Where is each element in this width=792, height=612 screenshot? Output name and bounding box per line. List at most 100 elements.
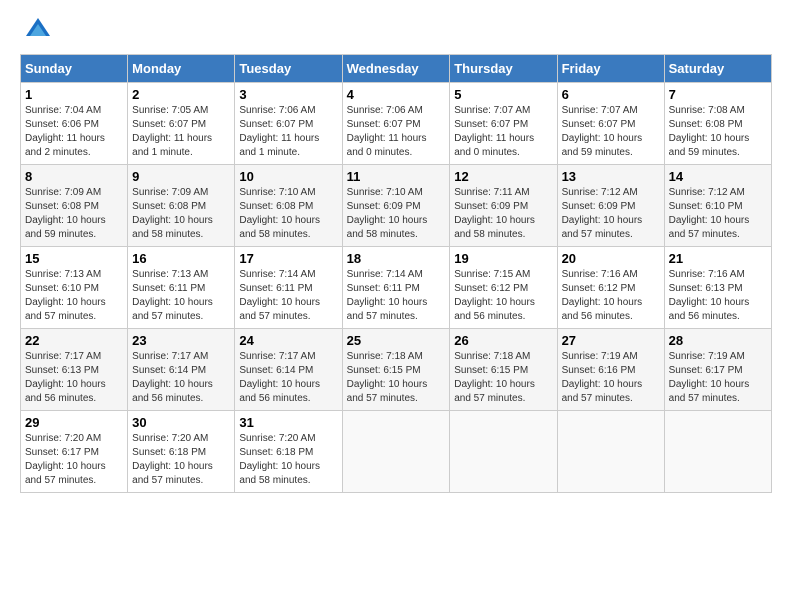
day-number: 31	[239, 415, 337, 430]
calendar-cell: 25 Sunrise: 7:18 AM Sunset: 6:15 PM Dayl…	[342, 329, 450, 411]
day-number: 3	[239, 87, 337, 102]
day-info: Sunrise: 7:18 AM Sunset: 6:15 PM Dayligh…	[454, 350, 552, 406]
calendar-cell: 1 Sunrise: 7:04 AM Sunset: 6:06 PM Dayli…	[21, 83, 128, 165]
calendar-header-row: SundayMondayTuesdayWednesdayThursdayFrid…	[21, 55, 772, 83]
day-number: 25	[347, 333, 446, 348]
page-header	[20, 20, 772, 44]
day-number: 19	[454, 251, 552, 266]
day-number: 30	[132, 415, 230, 430]
day-info: Sunrise: 7:09 AM Sunset: 6:08 PM Dayligh…	[25, 186, 123, 242]
day-number: 10	[239, 169, 337, 184]
calendar-cell: 8 Sunrise: 7:09 AM Sunset: 6:08 PM Dayli…	[21, 165, 128, 247]
calendar-cell: 12 Sunrise: 7:11 AM Sunset: 6:09 PM Dayl…	[450, 165, 557, 247]
calendar-cell: 14 Sunrise: 7:12 AM Sunset: 6:10 PM Dayl…	[664, 165, 771, 247]
calendar-cell	[664, 411, 771, 493]
day-info: Sunrise: 7:12 AM Sunset: 6:09 PM Dayligh…	[562, 186, 660, 242]
calendar-week-row: 29 Sunrise: 7:20 AM Sunset: 6:17 PM Dayl…	[21, 411, 772, 493]
day-number: 18	[347, 251, 446, 266]
day-info: Sunrise: 7:20 AM Sunset: 6:17 PM Dayligh…	[25, 432, 123, 488]
calendar-cell: 22 Sunrise: 7:17 AM Sunset: 6:13 PM Dayl…	[21, 329, 128, 411]
logo-icon	[24, 16, 52, 44]
calendar-week-row: 1 Sunrise: 7:04 AM Sunset: 6:06 PM Dayli…	[21, 83, 772, 165]
calendar-cell: 6 Sunrise: 7:07 AM Sunset: 6:07 PM Dayli…	[557, 83, 664, 165]
calendar-cell: 21 Sunrise: 7:16 AM Sunset: 6:13 PM Dayl…	[664, 247, 771, 329]
calendar-cell: 29 Sunrise: 7:20 AM Sunset: 6:17 PM Dayl…	[21, 411, 128, 493]
day-info: Sunrise: 7:16 AM Sunset: 6:12 PM Dayligh…	[562, 268, 660, 324]
day-number: 9	[132, 169, 230, 184]
day-number: 8	[25, 169, 123, 184]
day-number: 24	[239, 333, 337, 348]
day-info: Sunrise: 7:20 AM Sunset: 6:18 PM Dayligh…	[239, 432, 337, 488]
day-number: 13	[562, 169, 660, 184]
logo	[20, 20, 52, 44]
day-number: 28	[669, 333, 767, 348]
day-info: Sunrise: 7:20 AM Sunset: 6:18 PM Dayligh…	[132, 432, 230, 488]
calendar-cell: 4 Sunrise: 7:06 AM Sunset: 6:07 PM Dayli…	[342, 83, 450, 165]
day-number: 27	[562, 333, 660, 348]
day-info: Sunrise: 7:17 AM Sunset: 6:13 PM Dayligh…	[25, 350, 123, 406]
weekday-header: Friday	[557, 55, 664, 83]
day-info: Sunrise: 7:04 AM Sunset: 6:06 PM Dayligh…	[25, 104, 123, 160]
day-info: Sunrise: 7:13 AM Sunset: 6:11 PM Dayligh…	[132, 268, 230, 324]
calendar-cell: 23 Sunrise: 7:17 AM Sunset: 6:14 PM Dayl…	[128, 329, 235, 411]
day-number: 4	[347, 87, 446, 102]
day-info: Sunrise: 7:07 AM Sunset: 6:07 PM Dayligh…	[454, 104, 552, 160]
day-info: Sunrise: 7:19 AM Sunset: 6:16 PM Dayligh…	[562, 350, 660, 406]
calendar-cell: 31 Sunrise: 7:20 AM Sunset: 6:18 PM Dayl…	[235, 411, 342, 493]
day-info: Sunrise: 7:10 AM Sunset: 6:08 PM Dayligh…	[239, 186, 337, 242]
day-info: Sunrise: 7:18 AM Sunset: 6:15 PM Dayligh…	[347, 350, 446, 406]
day-number: 15	[25, 251, 123, 266]
calendar-week-row: 22 Sunrise: 7:17 AM Sunset: 6:13 PM Dayl…	[21, 329, 772, 411]
day-number: 12	[454, 169, 552, 184]
day-number: 5	[454, 87, 552, 102]
calendar-table: SundayMondayTuesdayWednesdayThursdayFrid…	[20, 54, 772, 493]
day-info: Sunrise: 7:07 AM Sunset: 6:07 PM Dayligh…	[562, 104, 660, 160]
calendar-cell	[450, 411, 557, 493]
day-number: 17	[239, 251, 337, 266]
weekday-header: Monday	[128, 55, 235, 83]
day-info: Sunrise: 7:10 AM Sunset: 6:09 PM Dayligh…	[347, 186, 446, 242]
day-info: Sunrise: 7:16 AM Sunset: 6:13 PM Dayligh…	[669, 268, 767, 324]
day-number: 2	[132, 87, 230, 102]
weekday-header: Saturday	[664, 55, 771, 83]
calendar-cell: 2 Sunrise: 7:05 AM Sunset: 6:07 PM Dayli…	[128, 83, 235, 165]
day-info: Sunrise: 7:06 AM Sunset: 6:07 PM Dayligh…	[239, 104, 337, 160]
calendar-cell: 19 Sunrise: 7:15 AM Sunset: 6:12 PM Dayl…	[450, 247, 557, 329]
calendar-week-row: 15 Sunrise: 7:13 AM Sunset: 6:10 PM Dayl…	[21, 247, 772, 329]
day-info: Sunrise: 7:15 AM Sunset: 6:12 PM Dayligh…	[454, 268, 552, 324]
calendar-cell: 5 Sunrise: 7:07 AM Sunset: 6:07 PM Dayli…	[450, 83, 557, 165]
day-info: Sunrise: 7:08 AM Sunset: 6:08 PM Dayligh…	[669, 104, 767, 160]
day-info: Sunrise: 7:12 AM Sunset: 6:10 PM Dayligh…	[669, 186, 767, 242]
calendar-cell: 9 Sunrise: 7:09 AM Sunset: 6:08 PM Dayli…	[128, 165, 235, 247]
day-number: 14	[669, 169, 767, 184]
day-info: Sunrise: 7:05 AM Sunset: 6:07 PM Dayligh…	[132, 104, 230, 160]
calendar-week-row: 8 Sunrise: 7:09 AM Sunset: 6:08 PM Dayli…	[21, 165, 772, 247]
day-info: Sunrise: 7:13 AM Sunset: 6:10 PM Dayligh…	[25, 268, 123, 324]
weekday-header: Thursday	[450, 55, 557, 83]
day-info: Sunrise: 7:06 AM Sunset: 6:07 PM Dayligh…	[347, 104, 446, 160]
calendar-cell: 26 Sunrise: 7:18 AM Sunset: 6:15 PM Dayl…	[450, 329, 557, 411]
calendar-cell: 16 Sunrise: 7:13 AM Sunset: 6:11 PM Dayl…	[128, 247, 235, 329]
day-number: 1	[25, 87, 123, 102]
calendar-cell: 11 Sunrise: 7:10 AM Sunset: 6:09 PM Dayl…	[342, 165, 450, 247]
calendar-cell: 15 Sunrise: 7:13 AM Sunset: 6:10 PM Dayl…	[21, 247, 128, 329]
day-info: Sunrise: 7:11 AM Sunset: 6:09 PM Dayligh…	[454, 186, 552, 242]
day-number: 11	[347, 169, 446, 184]
calendar-cell: 3 Sunrise: 7:06 AM Sunset: 6:07 PM Dayli…	[235, 83, 342, 165]
calendar-cell: 20 Sunrise: 7:16 AM Sunset: 6:12 PM Dayl…	[557, 247, 664, 329]
day-number: 26	[454, 333, 552, 348]
calendar-cell: 10 Sunrise: 7:10 AM Sunset: 6:08 PM Dayl…	[235, 165, 342, 247]
calendar-cell	[557, 411, 664, 493]
day-info: Sunrise: 7:17 AM Sunset: 6:14 PM Dayligh…	[239, 350, 337, 406]
day-number: 6	[562, 87, 660, 102]
day-number: 22	[25, 333, 123, 348]
weekday-header: Wednesday	[342, 55, 450, 83]
day-number: 29	[25, 415, 123, 430]
day-info: Sunrise: 7:09 AM Sunset: 6:08 PM Dayligh…	[132, 186, 230, 242]
day-info: Sunrise: 7:14 AM Sunset: 6:11 PM Dayligh…	[239, 268, 337, 324]
day-number: 23	[132, 333, 230, 348]
day-info: Sunrise: 7:17 AM Sunset: 6:14 PM Dayligh…	[132, 350, 230, 406]
day-number: 21	[669, 251, 767, 266]
day-info: Sunrise: 7:19 AM Sunset: 6:17 PM Dayligh…	[669, 350, 767, 406]
calendar-cell: 18 Sunrise: 7:14 AM Sunset: 6:11 PM Dayl…	[342, 247, 450, 329]
